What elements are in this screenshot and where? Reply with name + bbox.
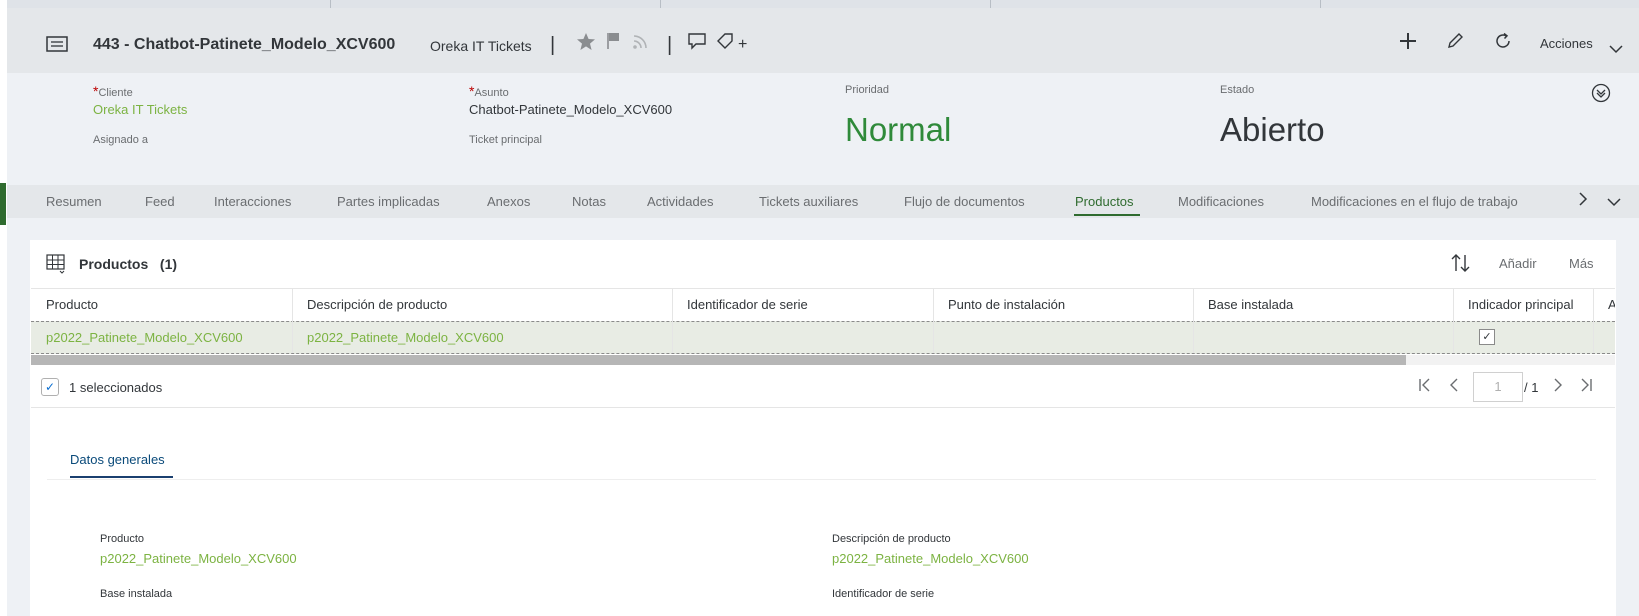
products-count: (1) <box>159 256 178 272</box>
prioridad-value: Normal <box>845 111 952 148</box>
asignado-label: Asignado a <box>93 134 149 146</box>
column-separator <box>292 288 293 353</box>
subtab-line <box>47 479 1596 480</box>
browser-top-strip <box>0 0 1639 8</box>
first-page-icon[interactable] <box>1418 378 1432 397</box>
tab-notas[interactable]: Notas <box>572 194 606 209</box>
column-separator <box>1193 288 1194 353</box>
detail-producto-link[interactable]: p2022_Patinete_Modelo_XCV600 <box>100 551 297 566</box>
column-separator <box>672 288 673 353</box>
tab-modificaciones[interactable]: Modificaciones <box>1178 194 1264 209</box>
horizontal-scrollbar-thumb[interactable] <box>31 355 1406 365</box>
tab-partes-implicadas[interactable]: Partes implicadas <box>337 194 440 209</box>
acciones-menu[interactable]: Acciones <box>1540 36 1593 51</box>
detail-identificador-serie-label: Identificador de serie <box>832 588 935 600</box>
cliente-label-text: Cliente <box>98 87 133 99</box>
tab-productos[interactable]: Productos <box>1075 194 1134 209</box>
tab-tickets-auxiliares[interactable]: Tickets auxiliares <box>759 194 858 209</box>
chevron-down-icon[interactable] <box>1609 38 1623 59</box>
add-product-button[interactable]: Añadir <box>1499 256 1537 271</box>
table-header <box>31 288 1615 322</box>
column-separator <box>933 288 934 353</box>
detail-descripcion-link[interactable]: p2022_Patinete_Modelo_XCV600 <box>832 551 1029 566</box>
tab-modificaciones-flujo-trabajo[interactable]: Modificaciones en el flujo de trabajo <box>1311 194 1518 209</box>
column-base-instalada[interactable]: Base instalada <box>1208 297 1293 312</box>
selected-count: 1 seleccionados <box>69 380 163 395</box>
previous-page-icon[interactable] <box>1449 378 1459 397</box>
tab-flujo-de-documentos[interactable]: Flujo de documentos <box>904 194 1025 209</box>
column-producto[interactable]: Producto <box>46 297 98 312</box>
cliente-label: *Cliente <box>93 83 133 99</box>
prioridad-label: Prioridad <box>845 84 890 96</box>
star-icon[interactable] <box>576 32 596 57</box>
table-row[interactable] <box>31 321 1615 354</box>
ticket-object-icon <box>46 36 68 57</box>
asunto-label: *Asunto <box>469 83 509 99</box>
create-plus-icon[interactable] <box>1398 31 1418 56</box>
comment-icon[interactable] <box>687 32 707 55</box>
edit-pencil-icon[interactable] <box>1446 32 1464 55</box>
tab-anexos[interactable]: Anexos <box>487 194 530 209</box>
estado-label: Estado <box>1220 84 1255 96</box>
page-title: 443 - Chatbot-Patinete_Modelo_XCV600 <box>93 36 396 53</box>
products-title-text: Productos <box>79 256 149 272</box>
estado-value: Abierto <box>1220 111 1325 148</box>
asunto-label-text: Asunto <box>474 87 509 99</box>
refresh-icon[interactable] <box>1494 32 1512 55</box>
tab-datos-generales[interactable]: Datos generales <box>70 452 165 467</box>
page-number-input[interactable]: 1 <box>1473 372 1523 402</box>
indicador-principal-checkbox[interactable]: ✓ <box>1479 329 1495 345</box>
subtab-indicator <box>70 476 173 478</box>
header-separator-2: | <box>667 34 673 56</box>
rss-feed-icon[interactable] <box>632 32 650 55</box>
detail-producto-label: Producto <box>100 533 145 545</box>
more-button[interactable]: Más <box>1569 256 1594 271</box>
cliente-link[interactable]: Oreka IT Tickets <box>93 102 187 117</box>
ticket-principal-label: Ticket principal <box>469 134 542 146</box>
column-separator <box>1453 288 1454 353</box>
tabs-scroll-right-icon[interactable] <box>1578 192 1588 211</box>
selection-checkbox-icon[interactable]: ✓ <box>41 378 59 396</box>
asunto-value: Chatbot-Patinete_Modelo_XCV600 <box>469 102 673 117</box>
table-settings-icon[interactable] <box>46 252 66 279</box>
tab-actividades[interactable]: Actividades <box>647 194 713 209</box>
left-edge-marker <box>0 183 6 225</box>
page-total: / 1 <box>1524 380 1539 395</box>
collapse-header-icon[interactable] <box>1591 83 1611 108</box>
add-tag-button[interactable]: + <box>738 36 747 54</box>
column-separator <box>1593 288 1594 353</box>
column-descripcion[interactable]: Descripción de producto <box>307 297 447 312</box>
tag-icon[interactable] <box>716 32 734 55</box>
last-page-icon[interactable] <box>1579 378 1593 397</box>
column-indicador-principal[interactable]: Indicador principal <box>1468 297 1574 312</box>
object-header-content <box>7 73 1639 185</box>
section-divider <box>31 407 1615 408</box>
column-truncated[interactable]: A <box>1608 297 1615 312</box>
page-subtitle: Oreka IT Tickets <box>430 38 532 54</box>
tab-feed[interactable]: Feed <box>145 194 175 209</box>
detail-base-instalada-label: Base instalada <box>100 588 173 600</box>
row-descripcion-link[interactable]: p2022_Patinete_Modelo_XCV600 <box>307 330 504 345</box>
left-edge <box>0 0 7 616</box>
flag-icon[interactable] <box>606 32 622 55</box>
tabs-overflow-chevron-icon[interactable] <box>1607 194 1621 212</box>
tab-resumen[interactable]: Resumen <box>46 194 102 209</box>
products-title: Productos (1) <box>79 256 177 272</box>
next-page-icon[interactable] <box>1553 378 1563 397</box>
column-identificador-serie[interactable]: Identificador de serie <box>687 297 808 312</box>
active-tab-indicator <box>1074 214 1140 216</box>
tab-interacciones[interactable]: Interacciones <box>214 194 291 209</box>
header-separator: | <box>550 34 556 56</box>
row-producto-link[interactable]: p2022_Patinete_Modelo_XCV600 <box>46 330 243 345</box>
sort-icon[interactable] <box>1450 252 1472 279</box>
column-punto-instalacion[interactable]: Punto de instalación <box>948 297 1065 312</box>
detail-descripcion-label: Descripción de producto <box>832 533 951 545</box>
